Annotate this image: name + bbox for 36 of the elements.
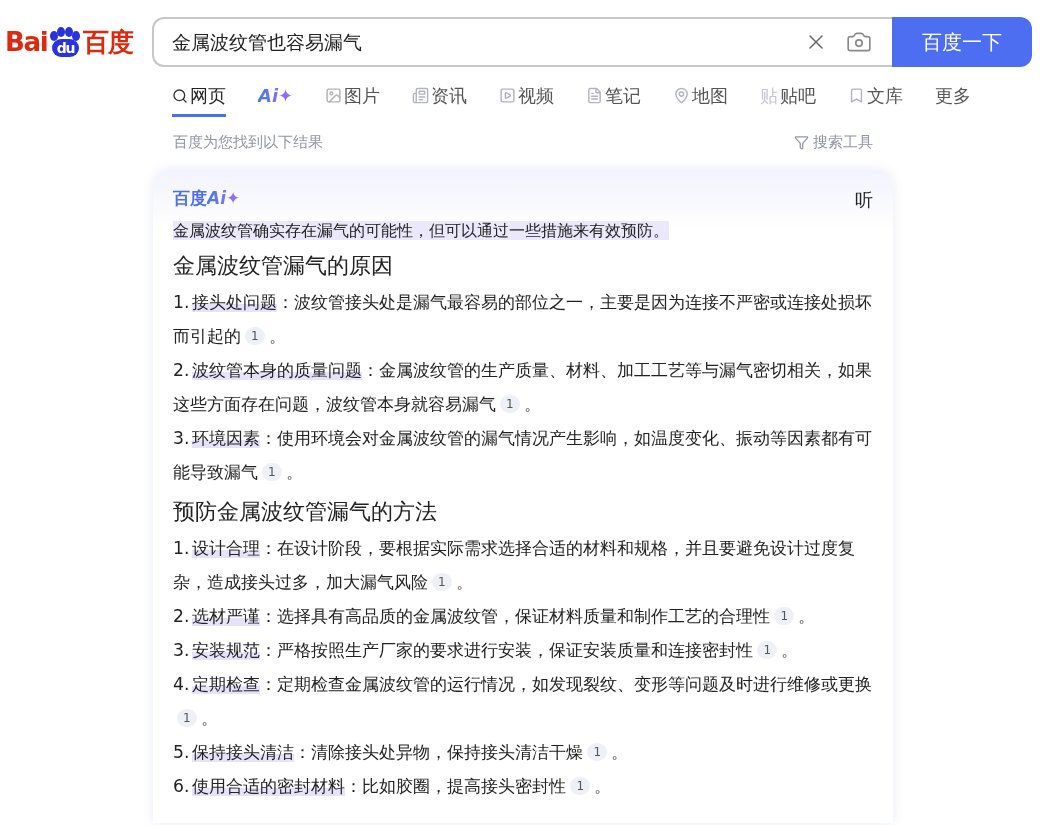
- search-button[interactable]: 百度一下: [892, 17, 1032, 67]
- search-tab[interactable]: 笔记: [586, 77, 642, 117]
- list-item-text: 2. 选材严谨：选择具有高品质的金属波纹管，保证材料质量和制作工艺的合理性 1 。: [173, 604, 817, 628]
- search-icon: [172, 87, 188, 104]
- list-item-text: 3. 环境因素：使用环境会对金属波纹管的漏气情况产生影响，如温度变化、振动等因素都有可能导致漏气 1 。: [173, 426, 873, 484]
- section-heading: 金属波纹管漏气的原因: [173, 251, 394, 280]
- list-item-text: 4. 定期检查：定期检查金属波纹管的运行情况，如发现裂纹、变形等问题及时进行维修或更换 1 。: [173, 672, 873, 730]
- search-tab[interactable]: 图片: [325, 77, 381, 117]
- baidu-logo[interactable]: Bai du 百度: [5, 22, 135, 62]
- note-icon: [586, 87, 604, 104]
- tieba-icon: 贴: [760, 82, 779, 109]
- search-bar[interactable]: 金属波纹管也容易漏气: [152, 17, 892, 67]
- list-item-text: 1. 接头处问题：波纹管接头处是漏气最容易的部位之一，主要是因为连接不严密或连接处损坏而引起的 1 。: [173, 290, 873, 348]
- search-tab[interactable]: 更多: [935, 77, 972, 117]
- list-item-text: 1. 设计合理：在设计阶段，要根据实际需求选择合适的材料和规格，并且要避免设计过度复杂，造成接头过多，加大漏气风险 1 。: [173, 536, 857, 594]
- section-heading: 预防金属波纹管漏气的方法: [173, 497, 438, 526]
- list-item-text: 5. 保持接头清洁：清除接头处异物，保持接头清洁干燥 1 。: [173, 740, 630, 764]
- result-info: 百度为您找到以下结果: [173, 132, 323, 153]
- play-icon: [499, 87, 517, 104]
- paw-icon: [48, 27, 83, 41]
- filter-icon: [794, 134, 809, 150]
- list-item-text: 6. 使用合适的密封材料：比如胶圈，提高接头密封性 1 。: [173, 774, 613, 798]
- search-tab[interactable]: 资讯: [412, 77, 468, 117]
- search-tab[interactable]: 地图: [673, 77, 729, 117]
- listen-button[interactable]: 听: [855, 185, 873, 213]
- list-item-text: 2. 波纹管本身的质量问题：金属波纹管的生产质量、材料、加工工艺等与漏气密切相关，如果这些方面存在问题，波纹管本身就容易漏气 1 。: [173, 358, 873, 416]
- search-tab[interactable]: 贴贴吧: [760, 77, 817, 117]
- search-tab[interactable]: 视频: [499, 77, 555, 117]
- image-icon: [325, 87, 343, 104]
- map-pin-icon: [673, 87, 691, 104]
- summary-text: 金属波纹管确实存在漏气的可能性，但可以通过一些措施来有效预防。: [173, 219, 670, 242]
- search-tab[interactable]: 文库: [848, 77, 904, 117]
- list-item-text: 3. 安装规范：严格按照生产厂家的要求进行安装，保证安装质量和连接密封性 1 。: [173, 638, 800, 662]
- search-field[interactable]: 金属波纹管也容易漏气: [172, 27, 804, 57]
- news-icon: [412, 87, 430, 104]
- search-tab[interactable]: 网页: [172, 77, 226, 117]
